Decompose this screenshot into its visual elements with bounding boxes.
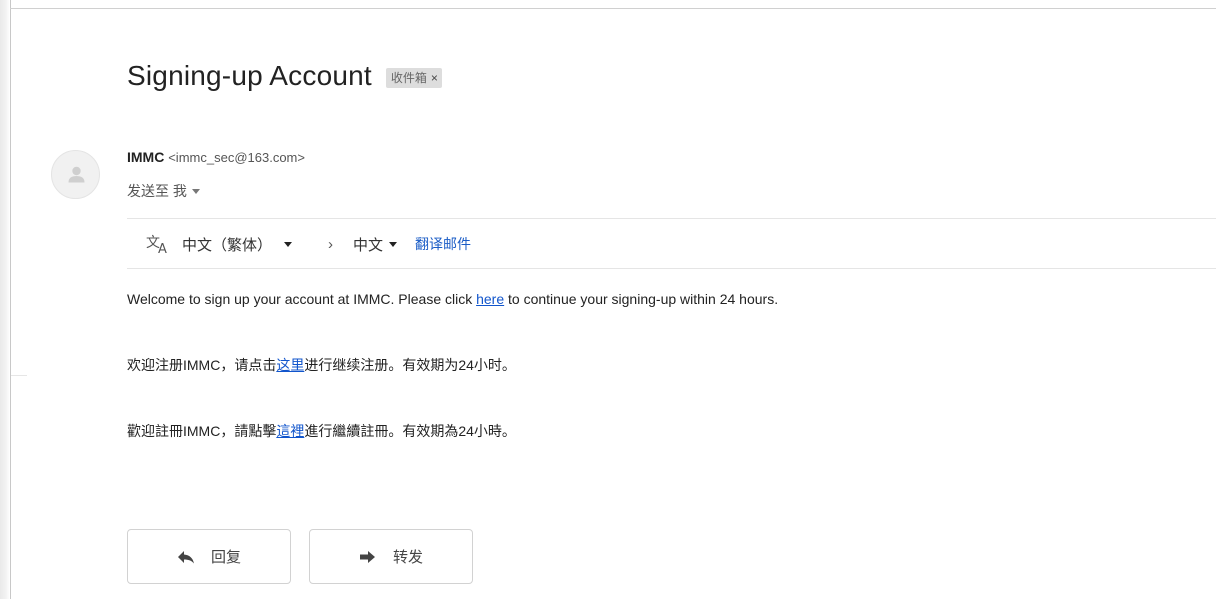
- source-language-select[interactable]: 中文（繁体）: [182, 234, 293, 255]
- sender-email: <immc_sec@163.com>: [168, 150, 305, 165]
- window-shadow: [0, 0, 10, 599]
- signup-link-simplified[interactable]: 这里: [276, 357, 304, 373]
- sender-avatar[interactable]: [51, 150, 100, 199]
- subject-row: Signing-up Account 收件箱 ×: [127, 60, 442, 92]
- svg-text:A: A: [158, 242, 167, 255]
- email-subject: Signing-up Account: [127, 60, 372, 91]
- signup-link-traditional[interactable]: 這裡: [276, 423, 304, 439]
- remove-label-icon[interactable]: ×: [431, 71, 438, 85]
- inbox-label-text: 收件箱: [390, 71, 427, 85]
- chevron-down-icon: [389, 241, 398, 247]
- reply-button[interactable]: 回复: [127, 529, 291, 584]
- recipient-text: 发送至 我: [127, 183, 187, 199]
- chevron-down-icon: [191, 188, 200, 194]
- translate-icon: 文 A: [146, 235, 167, 255]
- translate-divider: [127, 268, 1216, 269]
- window-left-border: [10, 0, 11, 599]
- body-english: Welcome to sign up your account at IMMC.…: [127, 291, 778, 307]
- body-english-after: to continue your signing-up within 24 ho…: [504, 291, 779, 307]
- body-simplified-chinese: 欢迎注册IMMC，请点击这里进行继续注册。有效期为24小时。: [127, 355, 516, 375]
- chevron-down-icon: [284, 241, 293, 247]
- reply-label: 回复: [210, 549, 241, 566]
- forward-label: 转发: [392, 549, 423, 566]
- body-simplified-before: 欢迎注册IMMC，请点击: [127, 357, 277, 373]
- person-icon: [68, 166, 85, 183]
- inbox-label-chip[interactable]: 收件箱 ×: [385, 68, 442, 88]
- header-divider: [127, 218, 1216, 219]
- email-view: Signing-up Account 收件箱 × IMMC <immc_sec@…: [0, 0, 1216, 599]
- body-traditional-before: 歡迎註冊IMMC，請點擊: [127, 423, 277, 439]
- body-simplified-after: 进行继续注册。有效期为24小时。: [304, 357, 516, 373]
- body-english-before: Welcome to sign up your account at IMMC.…: [127, 291, 477, 307]
- sender-line: IMMC <immc_sec@163.com>: [127, 149, 305, 165]
- sender-name[interactable]: IMMC: [127, 149, 164, 165]
- translate-message-link[interactable]: 翻译邮件: [415, 234, 471, 254]
- reply-icon: [177, 550, 194, 563]
- body-traditional-after: 進行繼續註冊。有效期為24小時。: [304, 423, 516, 439]
- target-language-select[interactable]: 中文: [353, 234, 398, 255]
- arrow-right-icon: ›: [328, 235, 334, 253]
- recipient-details-toggle[interactable]: 发送至 我: [127, 181, 200, 201]
- signup-link-english[interactable]: here: [476, 291, 504, 307]
- forward-button[interactable]: 转发: [309, 529, 473, 584]
- target-language-label: 中文: [353, 236, 384, 254]
- forward-icon: [359, 550, 375, 563]
- window-top-border: [10, 8, 1216, 9]
- side-divider: [11, 375, 27, 376]
- translate-bar: 文 A 中文（繁体） › 中文 翻译邮件: [146, 231, 471, 257]
- body-traditional-chinese: 歡迎註冊IMMC，請點擊這裡進行繼續註冊。有效期為24小時。: [127, 421, 516, 441]
- source-language-label: 中文（繁体）: [182, 236, 273, 254]
